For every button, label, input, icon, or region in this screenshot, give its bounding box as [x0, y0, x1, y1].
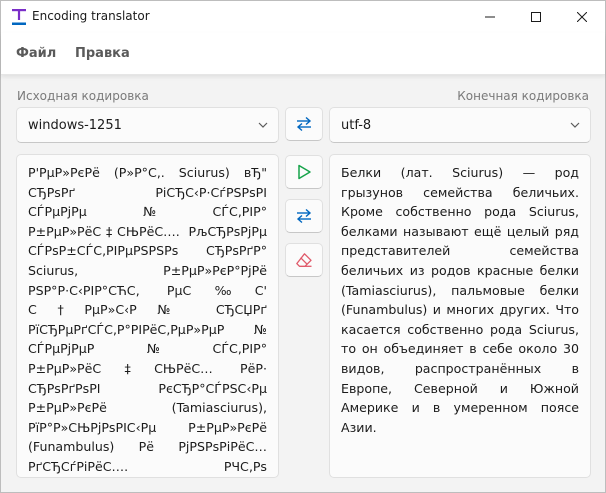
source-text-area[interactable]: Р'РµР»РєРё (Р»Р°С‚. Sciurus) вЂ" СЂРѕРґ … [16, 154, 279, 478]
source-encoding-label: Исходная кодировка [17, 89, 149, 103]
menu-bar: Файл Правка [1, 33, 605, 75]
target-encoding-value: utf-8 [341, 117, 372, 133]
target-encoding-label: Конечная кодировка [457, 89, 589, 103]
maximize-button[interactable] [513, 1, 559, 33]
source-encoding-value: windows-1251 [28, 117, 122, 133]
target-text-area[interactable]: Белки (лат. Sciurus) — род грызунов семе… [329, 154, 591, 478]
close-icon [577, 12, 587, 22]
app-t-icon [12, 9, 26, 25]
title-bar[interactable]: Encoding translator [1, 1, 605, 33]
swap-arrows-icon [296, 208, 312, 224]
source-encoding-select[interactable]: windows-1251 [16, 107, 279, 143]
app-window: Encoding translator Файл Правка Исходная… [0, 0, 606, 493]
maximize-icon [531, 12, 541, 22]
target-encoding-select[interactable]: utf-8 [329, 107, 591, 143]
swap-arrows-icon [296, 116, 312, 132]
minimize-button[interactable] [467, 1, 513, 33]
eraser-icon [296, 253, 312, 267]
menu-edit[interactable]: Правка [75, 46, 130, 61]
play-icon [298, 164, 311, 180]
swap-texts-button[interactable] [285, 199, 323, 233]
window-title: Encoding translator [32, 9, 150, 23]
menu-file[interactable]: Файл [16, 46, 56, 61]
translate-button[interactable] [285, 155, 323, 189]
chevron-down-icon [258, 122, 268, 128]
minimize-icon [485, 16, 495, 18]
chevron-down-icon [570, 122, 580, 128]
close-button[interactable] [559, 1, 605, 33]
swap-encodings-button[interactable] [285, 107, 323, 141]
clear-button[interactable] [285, 243, 323, 277]
